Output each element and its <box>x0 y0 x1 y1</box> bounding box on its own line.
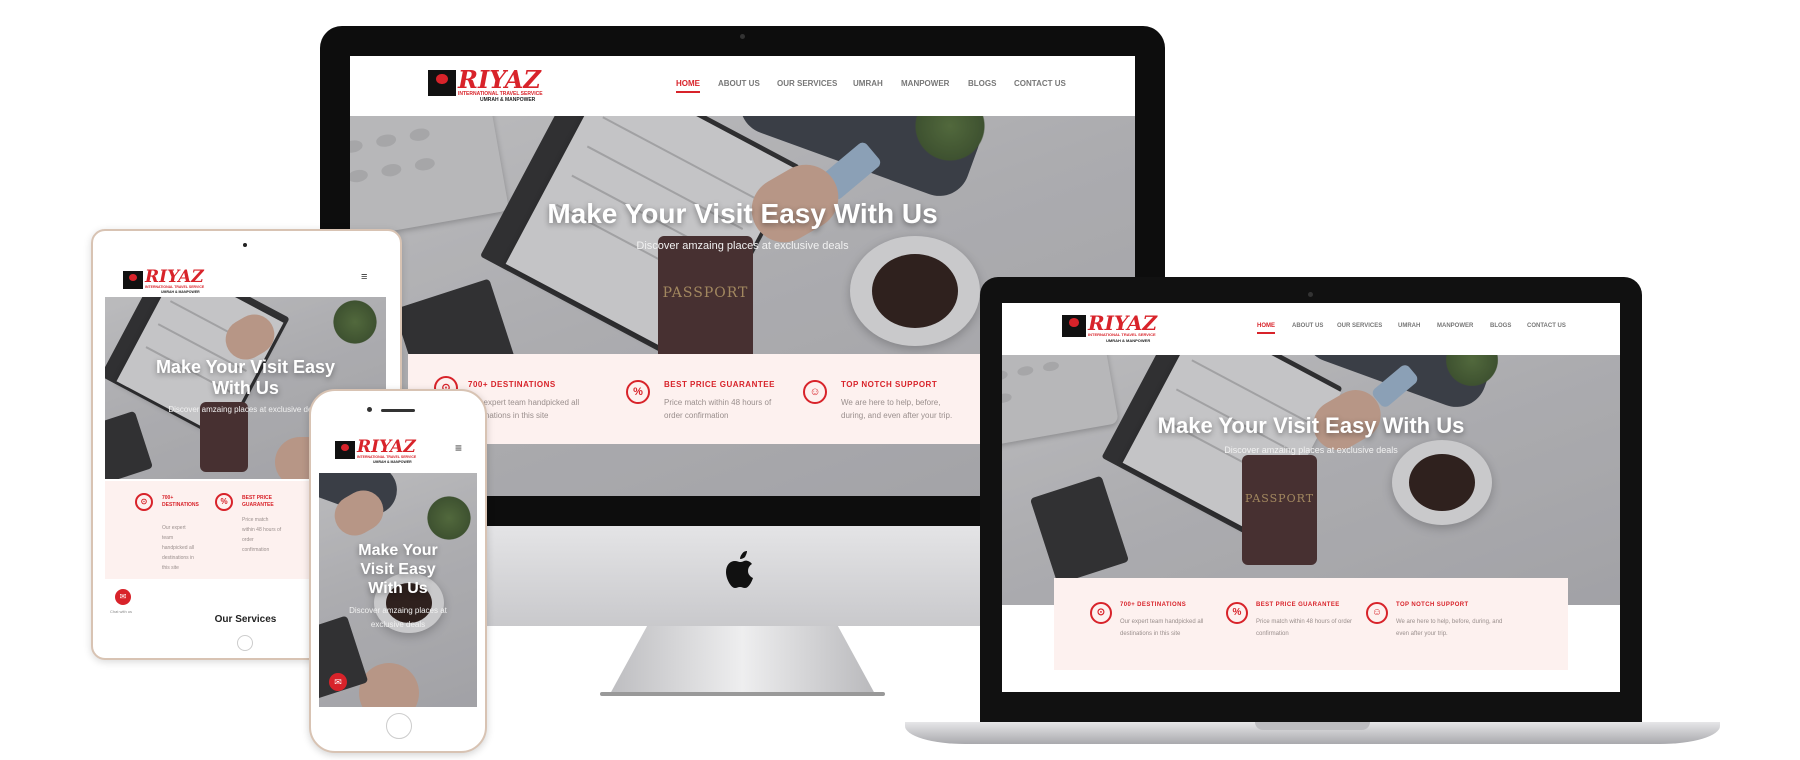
nav-contact-us[interactable]: CONTACT US <box>1014 79 1066 88</box>
nav-blogs[interactable]: BLOGS <box>1490 323 1511 329</box>
feature-desc: Price match within 48 hours of order con… <box>1256 619 1353 637</box>
nav-contact-us[interactable]: CONTACT US <box>1527 323 1566 329</box>
chat-button[interactable]: ✉ <box>115 589 131 605</box>
feature-title: 700+ DESTINATIONS <box>162 495 199 508</box>
laptop-screen: RIYAZ INTERNATIONAL TRAVEL SERVICE UMRAH… <box>1002 303 1620 692</box>
chat-button[interactable]: ✉ <box>329 673 347 691</box>
map-pin-icon: ⊙ <box>135 493 153 511</box>
brand-logo[interactable]: RIYAZ INTERNATIONAL TRAVEL SERVICE UMRAH… <box>1062 313 1162 345</box>
hero-content: Make Your Visit Easy With Us Discover am… <box>319 541 477 632</box>
imac-camera <box>740 34 745 39</box>
brand-subtagline: UMRAH & MANPOWER <box>161 290 200 294</box>
nav-blogs[interactable]: BLOGS <box>968 79 996 88</box>
phone-screen: RIYAZ INTERNATIONAL TRAVEL SERVICE UMRAH… <box>319 431 477 707</box>
laptop-notch <box>1255 722 1370 730</box>
feature-title: TOP NOTCH SUPPORT <box>1396 602 1469 608</box>
hero-title-line3: With Us <box>368 580 428 597</box>
feature-title: 700+ DESTINATIONS <box>1120 602 1187 608</box>
nav-about-us[interactable]: ABOUT US <box>718 79 760 88</box>
brand-mark-icon <box>123 271 143 289</box>
nav-home[interactable]: HOME <box>1257 323 1275 334</box>
brand-name: RIYAZ <box>458 65 541 94</box>
feature-title: BEST PRICE GUARANTEE <box>242 495 274 508</box>
brand-subtagline: UMRAH & MANPOWER <box>1106 338 1151 343</box>
phone-camera <box>367 407 372 412</box>
apple-logo-icon <box>724 550 758 590</box>
brand-name: RIYAZ <box>1088 311 1158 335</box>
hero-title-line1: Make Your <box>358 542 438 559</box>
nav-manpower[interactable]: MANPOWER <box>1437 323 1473 329</box>
nav-about-us[interactable]: ABOUT US <box>1292 323 1323 329</box>
feature-desc: We are here to help, before, during, and… <box>1396 619 1503 637</box>
hero-subtitle: Discover amzaing places at exclusive dea… <box>349 606 447 629</box>
brand-name: RIYAZ <box>357 437 416 457</box>
hero-image: PASSPORT Make Your Visit Easy With Us Di… <box>1002 355 1620 605</box>
tablet-camera <box>243 243 247 247</box>
brand-logo[interactable]: RIYAZ INTERNATIONAL TRAVEL SERVICE UMRAH… <box>428 68 548 104</box>
site-header: RIYAZ INTERNATIONAL TRAVEL SERVICE UMRAH… <box>350 56 1135 116</box>
phone-speaker <box>381 409 415 412</box>
imac-stand-base <box>600 692 885 696</box>
hero-subtitle: Discover amzaing places at exclusive dea… <box>636 240 849 252</box>
feature-desc: Our expert team handpicked all destinati… <box>162 525 194 571</box>
brand-mark-icon <box>1062 315 1086 337</box>
features-strip: ⊙ 700+ DESTINATIONS Our expert team hand… <box>1054 578 1568 670</box>
tablet-home-button[interactable] <box>237 635 253 651</box>
nav-manpower[interactable]: MANPOWER <box>901 79 949 88</box>
nav-umrah[interactable]: UMRAH <box>853 79 883 88</box>
feature-title: BEST PRICE GUARANTEE <box>1256 602 1340 608</box>
hero-title: Make Your Visit Easy With Us <box>547 198 938 229</box>
percent-badge-icon: % <box>215 493 233 511</box>
brand-tagline: INTERNATIONAL TRAVEL SERVICE <box>145 285 205 289</box>
brand-tagline: INTERNATIONAL TRAVEL SERVICE <box>357 455 417 459</box>
laptop-camera <box>1308 292 1313 297</box>
percent-badge-icon: % <box>626 380 650 404</box>
brand-mark-icon <box>335 441 355 459</box>
feature-title: BEST PRICE GUARANTEE <box>664 380 775 389</box>
brand-subtagline: UMRAH & MANPOWER <box>373 460 412 464</box>
brand-logo[interactable]: RIYAZ INTERNATIONAL TRAVEL SERVICE UMRAH… <box>335 439 425 465</box>
support-people-icon: ☺ <box>803 380 827 404</box>
brand-tagline: INTERNATIONAL TRAVEL SERVICE <box>1088 332 1156 337</box>
support-people-icon: ☺ <box>1366 602 1388 624</box>
nav-our-services[interactable]: OUR SERVICES <box>1337 323 1382 329</box>
imac-stand <box>610 626 875 694</box>
site-header: RIYAZ INTERNATIONAL TRAVEL SERVICE UMRAH… <box>1002 303 1620 355</box>
map-pin-icon: ⊙ <box>1090 602 1112 624</box>
hero-subtitle: Discover amzaing places at exclusive dea… <box>1224 445 1398 455</box>
hero-content: Make Your Visit Easy With Us Discover am… <box>1002 413 1620 455</box>
nav-our-services[interactable]: OUR SERVICES <box>777 79 837 88</box>
hero-content: Make Your Visit Easy With Us Discover am… <box>350 198 1135 252</box>
phone-device: RIYAZ INTERNATIONAL TRAVEL SERVICE UMRAH… <box>309 389 487 753</box>
feature-desc: Our expert team handpicked all destinati… <box>1120 619 1204 637</box>
brand-mark-icon <box>428 70 456 96</box>
phone-home-button[interactable] <box>386 713 412 739</box>
nav-home[interactable]: HOME <box>676 79 700 93</box>
hero-title-line2: Visit Easy <box>360 561 436 578</box>
percent-badge-icon: % <box>1226 602 1248 624</box>
brand-subtagline: UMRAH & MANPOWER <box>480 97 536 103</box>
hero-image: Make Your Visit Easy With Us Discover am… <box>319 473 477 707</box>
feature-desc: Price match within 48 hours of order con… <box>242 517 282 553</box>
nav-umrah[interactable]: UMRAH <box>1398 323 1420 329</box>
feature-desc: Our expert team handpicked all destinati… <box>468 398 580 420</box>
hero-title-line1: Make Your Visit Easy <box>155 357 336 377</box>
menu-toggle-icon[interactable]: ≡ <box>361 271 371 283</box>
laptop-device: RIYAZ INTERNATIONAL TRAVEL SERVICE UMRAH… <box>905 277 1720 747</box>
brand-logo[interactable]: RIYAZ INTERNATIONAL TRAVEL SERVICE UMRAH… <box>123 269 213 295</box>
menu-toggle-icon[interactable]: ≡ <box>455 441 462 455</box>
feature-title: 700+ DESTINATIONS <box>468 380 556 389</box>
feature-desc: Price match within 48 hours of order con… <box>664 398 772 420</box>
brand-name: RIYAZ <box>145 267 204 287</box>
hero-title: Make Your Visit Easy With Us <box>1157 413 1465 438</box>
